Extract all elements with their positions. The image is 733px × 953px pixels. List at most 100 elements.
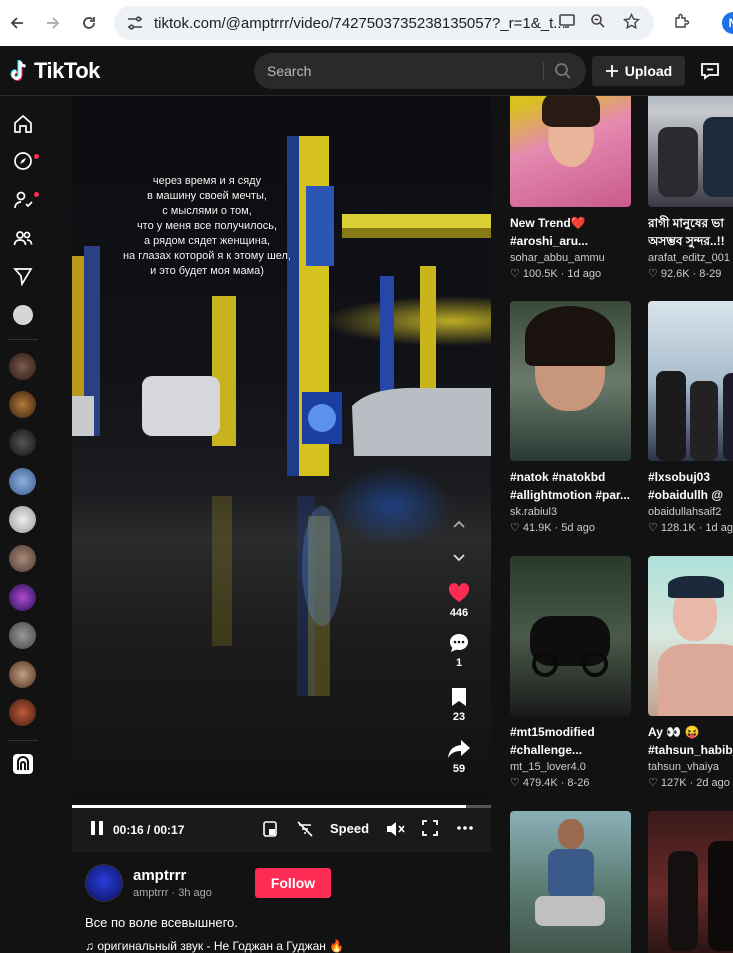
video-thumbnail[interactable] xyxy=(648,96,733,207)
extensions-icon[interactable] xyxy=(670,10,692,32)
heart-outline-icon: ♡ xyxy=(648,522,658,534)
tiktok-header: TikTok Search Upload xyxy=(0,46,733,96)
video-card-title: রাগী মানুষের ভা xyxy=(648,216,724,230)
sidebar-divider xyxy=(8,740,38,741)
author-avatar[interactable] xyxy=(85,864,123,902)
zoom-icon[interactable] xyxy=(587,10,609,32)
video-card[interactable]: Ay 👀 😝 #tahsun_habib_ tahsun_vhaiya ♡ 127… xyxy=(648,556,733,789)
bookmark-star-icon[interactable] xyxy=(620,10,642,32)
video-card[interactable] xyxy=(648,811,733,953)
previous-video-chevron-up-icon[interactable] xyxy=(452,516,466,534)
save-button[interactable]: 23 xyxy=(443,686,475,723)
video-thumbnail[interactable] xyxy=(648,301,733,461)
meta-separator: · xyxy=(560,776,565,789)
following-avatar[interactable] xyxy=(9,584,36,611)
upload-button[interactable]: Upload xyxy=(592,56,685,86)
mute-icon[interactable] xyxy=(385,820,405,838)
video-card-user[interactable]: arafat_editz_001 xyxy=(648,252,733,264)
video-card[interactable]: #lxsobuj03 #obaidullh @ obaidullahsaif2 … xyxy=(648,301,733,534)
video-card-title: #mt15modified xyxy=(510,725,595,739)
following-icon[interactable] xyxy=(12,189,34,211)
profile-icon[interactable] xyxy=(12,304,34,326)
more-options-icon[interactable] xyxy=(456,820,474,836)
video-card-meta: ♡ 127K · 2d ago xyxy=(648,776,733,790)
following-avatar[interactable] xyxy=(9,391,36,418)
tiktok-logo[interactable]: TikTok xyxy=(8,58,100,84)
tiktok-note-icon xyxy=(10,60,26,81)
heart-outline-icon: ♡ xyxy=(510,268,520,280)
following-avatar[interactable] xyxy=(9,622,36,649)
search-icon[interactable] xyxy=(554,62,572,80)
video-thumbnail[interactable] xyxy=(510,811,631,953)
back-arrow-icon[interactable] xyxy=(6,12,28,34)
video-thumbnail[interactable] xyxy=(510,556,631,716)
meta-separator: · xyxy=(560,267,565,280)
video-card-title-line2: অসম্ভব সুন্দর..!! xyxy=(648,234,725,248)
video-card-user[interactable]: obaidullahsaif2 xyxy=(648,506,733,518)
following-avatar[interactable] xyxy=(9,353,36,380)
video-card-title: #natok #natokbd xyxy=(510,470,606,484)
video-card-title-line2: #allightmotion #par... xyxy=(510,488,631,502)
speed-button[interactable]: Speed xyxy=(330,821,369,836)
following-avatar[interactable] xyxy=(9,429,36,456)
author-name[interactable]: amptrrr xyxy=(133,867,186,884)
cast-icon[interactable] xyxy=(556,10,578,32)
video-card-title-line2: #obaidullh @ xyxy=(648,488,724,502)
video-thumbnail[interactable] xyxy=(510,96,631,207)
reload-icon[interactable] xyxy=(78,12,100,34)
heart-outline-icon: ♡ xyxy=(510,522,520,534)
auto-scroll-off-icon[interactable] xyxy=(296,820,314,838)
follow-button[interactable]: Follow xyxy=(255,868,331,898)
tiktok-logo-text: TikTok xyxy=(34,58,100,83)
next-video-chevron-down-icon[interactable] xyxy=(452,550,466,568)
inbox-icon[interactable] xyxy=(700,61,720,86)
browser-profile-avatar[interactable]: N xyxy=(722,12,733,34)
video-card-meta: ♡ 128.1K · 1d ag xyxy=(648,521,733,535)
heart-outline-icon: ♡ xyxy=(648,268,658,280)
friends-icon[interactable] xyxy=(12,227,34,249)
music-link[interactable]: ♫ оригинальный звук - Не Годжан а Гуджан… xyxy=(85,939,344,953)
video-card-user[interactable]: mt_15_lover4.0 xyxy=(510,761,631,773)
heart-icon xyxy=(448,583,470,602)
video-card[interactable]: New Trend❤️ #aroshi_aru... sohar_abbu_am… xyxy=(510,96,631,280)
following-avatar[interactable] xyxy=(9,545,36,572)
share-count: 59 xyxy=(452,763,466,775)
video-card-meta: ♡ 479.4K · 8-26 xyxy=(510,776,631,790)
live-studio-icon[interactable] xyxy=(12,753,34,775)
heart-outline-icon: ♡ xyxy=(648,777,658,789)
messages-send-icon[interactable] xyxy=(12,265,34,287)
video-card[interactable]: #mt15modified #challenge... mt_15_lover4… xyxy=(510,556,631,789)
video-card-user[interactable]: tahsun_vhaiya xyxy=(648,761,733,773)
video-thumbnail[interactable] xyxy=(648,556,733,716)
share-button[interactable]: 59 xyxy=(443,738,475,775)
pause-icon[interactable] xyxy=(90,820,104,836)
plus-icon xyxy=(605,65,618,77)
video-thumbnail[interactable] xyxy=(510,301,631,461)
video-thumbnail[interactable] xyxy=(648,811,733,953)
video-card-user[interactable]: sk.rabiul3 xyxy=(510,506,631,518)
following-avatar[interactable] xyxy=(9,468,36,495)
following-notification-dot xyxy=(34,192,39,197)
following-avatar[interactable] xyxy=(9,506,36,533)
explore-compass-icon[interactable] xyxy=(12,150,34,172)
fullscreen-icon[interactable] xyxy=(422,820,438,836)
comment-count: 1 xyxy=(455,657,463,669)
video-card-age: 1d ag xyxy=(705,521,733,534)
following-avatar[interactable] xyxy=(9,699,36,726)
like-button[interactable]: 446 xyxy=(443,582,475,619)
video-card[interactable]: #natok #natokbd #allightmotion #par... s… xyxy=(510,301,631,534)
save-count: 23 xyxy=(452,711,466,723)
video-card-age: 5d ago xyxy=(561,521,595,534)
home-icon[interactable] xyxy=(12,113,34,135)
search-input[interactable]: Search xyxy=(254,53,586,89)
video-card-age: 8-26 xyxy=(567,776,590,789)
video-player[interactable]: через время и я сяду в машину своей мечт… xyxy=(72,96,491,808)
site-settings-icon[interactable] xyxy=(126,14,144,32)
miniplayer-icon[interactable] xyxy=(262,820,278,838)
video-card[interactable] xyxy=(510,811,631,953)
video-card-user[interactable]: sohar_abbu_ammu xyxy=(510,252,631,264)
video-card[interactable]: রাগী মানুষের ভা অসম্ভব সুন্দর..!! arafat… xyxy=(648,96,733,280)
forward-arrow-icon[interactable] xyxy=(42,12,64,34)
following-avatar[interactable] xyxy=(9,661,36,688)
comment-button[interactable]: 1 xyxy=(443,632,475,669)
